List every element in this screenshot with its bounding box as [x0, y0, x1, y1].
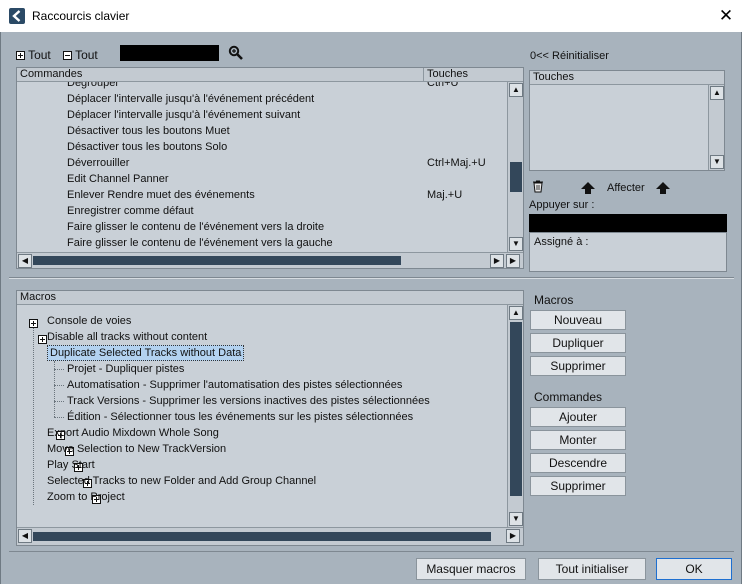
macros-hscroll[interactable]: ◀ ▶ — [17, 527, 523, 545]
tree-connector — [54, 369, 64, 370]
section-divider — [9, 277, 734, 279]
expand-node-icon[interactable] — [29, 318, 38, 328]
command-row-name[interactable]: Faire glisser le contenu de l'événement … — [67, 235, 333, 251]
commands-panel: Commandes Touches Dégrouper Ctrl+U Déplace… — [16, 67, 524, 269]
reset-all-button[interactable]: Tout initialiser — [538, 558, 646, 580]
commands-hscroll[interactable]: ◀ ▶ ▶ — [17, 252, 523, 268]
macro-item[interactable]: Console de voies — [47, 313, 131, 329]
press-label: Appuyer sur : — [529, 199, 595, 211]
collapse-all-button[interactable]: Tout — [63, 48, 98, 62]
command-row-name[interactable]: Déverrouiller — [67, 155, 129, 171]
arrow-up-icon-2[interactable] — [656, 182, 670, 194]
tree-guide — [33, 319, 34, 505]
commands-list: Dégrouper Ctrl+U Déplacer l'intervalle jus… — [17, 82, 507, 252]
cubase-app-icon — [9, 8, 25, 24]
keys-header: Touches — [530, 71, 724, 85]
scroll-up-icon[interactable]: ▲ — [710, 86, 724, 100]
expand-all-label: Tout — [28, 48, 51, 62]
commands-heading: Commandes — [534, 390, 603, 404]
scroll-up-icon[interactable]: ▲ — [509, 83, 523, 97]
col-header-commands[interactable]: Commandes — [17, 68, 423, 82]
reset-button[interactable]: 0<< Réinitialiser — [530, 50, 609, 62]
keys-vscroll[interactable]: ▲ ▼ — [708, 85, 724, 170]
hide-macros-button[interactable]: Masquer macros — [416, 558, 526, 580]
macros-vscroll[interactable]: ▲ ▼ — [507, 305, 523, 527]
assigned-label: Assigné à : — [534, 236, 589, 248]
command-row-name[interactable]: Enregistrer comme défaut — [67, 203, 194, 219]
scroll-down-icon[interactable]: ▼ — [710, 155, 724, 169]
macro-item[interactable]: Move Selection to New TrackVersion — [47, 441, 226, 457]
command-row-keys[interactable]: Maj.+U — [427, 187, 462, 203]
collapse-all-label: Tout — [75, 48, 98, 62]
command-row-name[interactable]: Dégrouper — [67, 82, 119, 91]
commands-vscroll[interactable]: ▲ ▼ — [507, 82, 523, 252]
macro-item[interactable]: Export Audio Mixdown Whole Song — [47, 425, 219, 441]
scroll-right-icon[interactable]: ▶ — [506, 529, 520, 543]
scroll-down-icon[interactable]: ▼ — [509, 237, 523, 251]
assign-button[interactable]: Affecter — [607, 182, 645, 194]
command-row-name[interactable]: Edit Channel Panner — [67, 171, 169, 187]
macros-header: Macros — [17, 291, 523, 305]
plus-box-icon — [16, 50, 25, 60]
search-input[interactable] — [120, 45, 219, 61]
macro-child-item[interactable]: Édition - Sélectionner tous les événemen… — [67, 409, 413, 425]
footer-divider — [9, 551, 734, 552]
macros-heading: Macros — [534, 293, 574, 307]
minus-box-icon — [63, 50, 72, 60]
macro-child-item[interactable]: Projet - Dupliquer pistes — [67, 361, 184, 377]
trash-icon[interactable] — [531, 179, 545, 193]
close-icon[interactable]: ✕ — [715, 5, 737, 27]
new-macro-button[interactable]: Nouveau — [530, 310, 626, 330]
command-row-keys[interactable]: Ctrl+Maj.+U — [427, 155, 486, 171]
macro-item[interactable]: Selected Tracks to new Folder and Add Gr… — [47, 473, 316, 489]
ok-button[interactable]: OK — [656, 558, 732, 580]
macro-item[interactable]: Play Start — [47, 457, 95, 473]
window-title: Raccourcis clavier — [32, 9, 130, 23]
macro-item[interactable]: Disable all tracks without content — [47, 329, 207, 345]
search-icon[interactable] — [228, 45, 244, 61]
hscroll-thumb[interactable] — [33, 532, 491, 541]
scroll-left-icon[interactable]: ◀ — [18, 254, 32, 268]
duplicate-macro-button[interactable]: Dupliquer — [530, 333, 626, 353]
scroll-left-icon[interactable]: ◀ — [18, 529, 32, 543]
scroll-down-icon[interactable]: ▼ — [509, 512, 523, 526]
macro-item[interactable]: Duplicate Selected Tracks without Data — [47, 345, 245, 361]
assigned-box: Assigné à : — [529, 232, 727, 272]
delete-command-button[interactable]: Supprimer — [530, 476, 626, 496]
macros-rows: Console de voies Disable all tracks witho… — [17, 305, 507, 504]
title-bar: Raccourcis clavier ✕ — [0, 0, 742, 32]
move-down-button[interactable]: Descendre — [530, 453, 626, 473]
command-row-name[interactable]: Désactiver tous les boutons Solo — [67, 139, 227, 155]
command-row-name[interactable]: Enlever Rendre muet des événements — [67, 187, 255, 203]
scroll-thumb[interactable] — [510, 322, 522, 496]
hscroll-thumb[interactable] — [33, 256, 401, 265]
command-row-name[interactable]: Déplacer l'intervalle jusqu'à l'événemen… — [67, 91, 314, 107]
expand-all-button[interactable]: Tout — [16, 48, 51, 62]
tree-connector — [54, 417, 64, 418]
key-press-input[interactable] — [529, 214, 727, 232]
arrow-up-icon[interactable] — [581, 182, 595, 194]
command-row-keys[interactable]: Ctrl+U — [427, 82, 458, 91]
command-row-name[interactable]: Désactiver tous les boutons Muet — [67, 123, 230, 139]
add-command-button[interactable]: Ajouter — [530, 407, 626, 427]
tree-connector — [54, 401, 64, 402]
macros-tree: Console de voies Disable all tracks witho… — [17, 305, 507, 527]
macro-item[interactable]: Zoom to Project — [47, 489, 125, 505]
move-up-button[interactable]: Monter — [530, 430, 626, 450]
command-row-name[interactable]: Faire glisser le contenu de l'événement … — [67, 219, 324, 235]
scroll-right-icon[interactable]: ▶ — [490, 254, 504, 268]
macro-child-item[interactable]: Automatisation - Supprimer l'automatisat… — [67, 377, 402, 393]
delete-macro-button[interactable]: Supprimer — [530, 356, 626, 376]
tree-connector — [54, 385, 64, 386]
col-header-keys[interactable]: Touches — [423, 68, 523, 82]
scroll-up-icon[interactable]: ▲ — [509, 306, 523, 320]
command-row-name[interactable]: Déplacer l'intervalle jusqu'à l'événemen… — [67, 107, 300, 123]
scroll-right-end-icon[interactable]: ▶ — [506, 254, 520, 268]
scroll-thumb[interactable] — [510, 162, 522, 192]
macros-panel: Macros Console de voies Disable all track… — [16, 290, 524, 546]
macro-child-item[interactable]: Track Versions - Supprimer les versions … — [67, 393, 430, 409]
keys-panel: Touches ▲ ▼ — [529, 70, 725, 171]
expand-node-icon[interactable] — [38, 334, 47, 344]
